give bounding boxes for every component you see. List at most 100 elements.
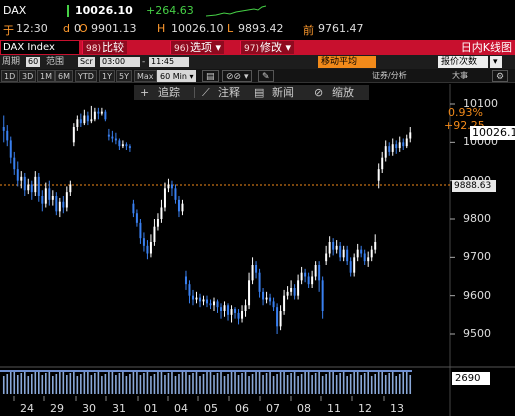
candle-body bbox=[255, 265, 258, 273]
candle-body bbox=[107, 134, 110, 137]
candle-body bbox=[44, 188, 47, 204]
event-select[interactable]: 报价次数 bbox=[438, 56, 488, 68]
events-button[interactable]: 大事 bbox=[452, 69, 468, 83]
candle-body bbox=[191, 295, 194, 300]
candle-body bbox=[342, 249, 345, 258]
interval-select[interactable]: 60 Min ▾ bbox=[157, 70, 197, 82]
candle-body bbox=[146, 245, 149, 254]
options-label: 选项 ▾ bbox=[189, 41, 221, 54]
x-tick-label: 24 bbox=[20, 402, 34, 415]
candle-body bbox=[139, 222, 142, 239]
period-5y[interactable]: 5Y bbox=[116, 70, 132, 82]
candle-body bbox=[374, 242, 377, 250]
uptick-marker bbox=[67, 5, 69, 17]
range-field[interactable]: Scr bbox=[78, 57, 95, 67]
period-1m[interactable]: 1M bbox=[37, 70, 55, 82]
open-value: 9901.13 bbox=[91, 22, 137, 35]
candle-body bbox=[125, 144, 128, 147]
x-tick-label: 29 bbox=[50, 402, 64, 415]
candle-body bbox=[307, 276, 310, 285]
y-tick-label: 9700 bbox=[463, 250, 491, 264]
candle-body bbox=[156, 219, 159, 227]
event-dropdown-icon[interactable]: ▾ bbox=[490, 56, 502, 68]
change-percent: 0.93% bbox=[448, 106, 483, 119]
candle-body bbox=[114, 138, 117, 141]
candle-body bbox=[234, 309, 237, 313]
candle-body bbox=[174, 188, 177, 200]
candle-body bbox=[142, 238, 145, 246]
candle-body bbox=[314, 265, 317, 277]
candle-body bbox=[346, 249, 349, 262]
period-max[interactable]: Max bbox=[134, 70, 157, 82]
candle-body bbox=[230, 309, 233, 315]
candle-body bbox=[209, 303, 212, 306]
candle-body bbox=[272, 301, 275, 308]
candle-body bbox=[332, 242, 335, 250]
options-button[interactable]: 96)选项 ▾ bbox=[170, 41, 224, 54]
time-dash: - bbox=[142, 57, 146, 67]
candle-body bbox=[195, 297, 198, 300]
start-time-field[interactable]: 03:00 bbox=[100, 57, 140, 67]
candle-body bbox=[160, 207, 163, 219]
candle-body bbox=[276, 307, 279, 327]
candle-body bbox=[293, 288, 296, 296]
candle-body bbox=[118, 140, 121, 147]
low-value: 9893.42 bbox=[238, 22, 284, 35]
moving-average-button[interactable]: 移动平均 bbox=[318, 56, 376, 68]
compare-button[interactable]: 98)比较 bbox=[82, 41, 127, 54]
period-field[interactable]: 60 bbox=[26, 57, 41, 67]
period-ytd[interactable]: YTD bbox=[75, 70, 97, 82]
candle-body bbox=[72, 127, 75, 143]
edit-icon[interactable]: ✎ bbox=[258, 70, 274, 82]
candle-body bbox=[121, 144, 124, 147]
high-label: H bbox=[157, 22, 166, 35]
end-time-field[interactable]: 11:45 bbox=[149, 57, 189, 67]
edit-button[interactable]: 97)修改 ▾ bbox=[240, 41, 294, 54]
quote-time: 12:30 bbox=[16, 22, 48, 35]
candle-body bbox=[227, 305, 230, 315]
candle-body bbox=[76, 119, 79, 127]
candle-body bbox=[356, 249, 359, 258]
period-1y[interactable]: 1Y bbox=[99, 70, 115, 82]
low-label: L bbox=[227, 22, 234, 35]
settings-icon[interactable]: ⚙ bbox=[492, 70, 509, 82]
edit-label: 修改 ▾ bbox=[259, 41, 291, 54]
options-hotkey: 96) bbox=[174, 44, 189, 54]
chart-title: 日内K线图 bbox=[460, 41, 512, 54]
candle-body bbox=[79, 119, 82, 124]
candle-body bbox=[62, 201, 65, 208]
period-6m[interactable]: 6M bbox=[55, 70, 73, 82]
chart-type-icon[interactable]: ▤ bbox=[202, 70, 219, 82]
candle-body bbox=[325, 253, 328, 262]
link-icon[interactable]: ⊘⊘ ▾ bbox=[222, 70, 253, 82]
price-chart[interactable] bbox=[0, 84, 515, 416]
candle-body bbox=[213, 301, 216, 306]
quote-header: DAX 10026.10 +264.63 于 12:30 d 0 O 9901.… bbox=[0, 0, 515, 40]
securities-analysis[interactable]: 证券/分析 bbox=[372, 69, 407, 83]
candle-body bbox=[184, 276, 187, 285]
candle-body bbox=[23, 176, 26, 191]
candle-body bbox=[167, 184, 170, 189]
candle-body bbox=[377, 169, 380, 181]
candle-body bbox=[370, 249, 373, 258]
candle-body bbox=[27, 184, 30, 191]
security-field[interactable]: DAX Index bbox=[1, 41, 79, 54]
candle-body bbox=[20, 176, 23, 181]
candle-body bbox=[83, 115, 86, 124]
candle-body bbox=[409, 132, 412, 139]
x-tick-label: 08 bbox=[297, 402, 311, 415]
ticker-symbol[interactable]: DAX bbox=[3, 4, 26, 17]
candle-body bbox=[206, 299, 208, 304]
candle-body bbox=[13, 157, 16, 170]
period-1d[interactable]: 1D bbox=[1, 70, 19, 82]
candle-body bbox=[391, 144, 394, 152]
candle-body bbox=[398, 142, 401, 149]
period-3d[interactable]: 3D bbox=[19, 70, 37, 82]
candle-body bbox=[237, 312, 240, 319]
x-tick-label: 30 bbox=[82, 402, 96, 415]
candle-body bbox=[405, 138, 408, 147]
candle-body bbox=[149, 242, 152, 254]
edit-hotkey: 97) bbox=[244, 44, 259, 54]
candle-body bbox=[349, 261, 352, 273]
candle-body bbox=[181, 203, 184, 212]
